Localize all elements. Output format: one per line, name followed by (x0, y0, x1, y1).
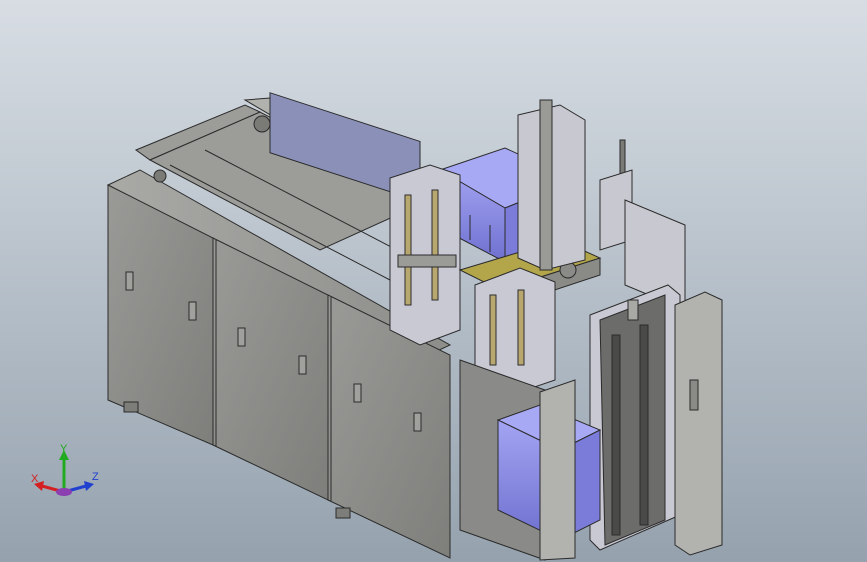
plastic-bin-lower (459, 359, 602, 561)
z-axis-label: Z (92, 471, 99, 483)
lift-mechanism-left (389, 164, 461, 346)
y-axis-label: Y (60, 444, 68, 455)
graphics-viewport[interactable]: X Y Z (0, 0, 867, 562)
elevator-panel (589, 284, 681, 551)
coordinate-triad: X Y Z (31, 444, 99, 496)
3d-model-view[interactable] (0, 0, 867, 562)
x-axis-label: X (31, 473, 39, 485)
